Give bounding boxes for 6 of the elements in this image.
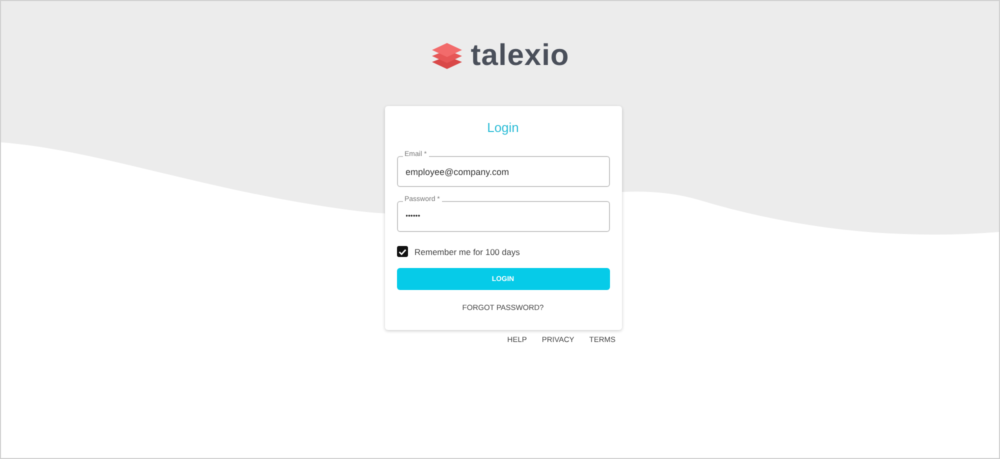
email-field[interactable]: employee@company.com xyxy=(396,156,610,187)
login-title: Login xyxy=(486,120,520,135)
logo-text: talexio xyxy=(470,39,570,73)
remember-checkbox[interactable] xyxy=(396,246,408,257)
remember-label: Remember me for 100 days xyxy=(414,246,520,256)
layers-icon xyxy=(430,42,463,70)
